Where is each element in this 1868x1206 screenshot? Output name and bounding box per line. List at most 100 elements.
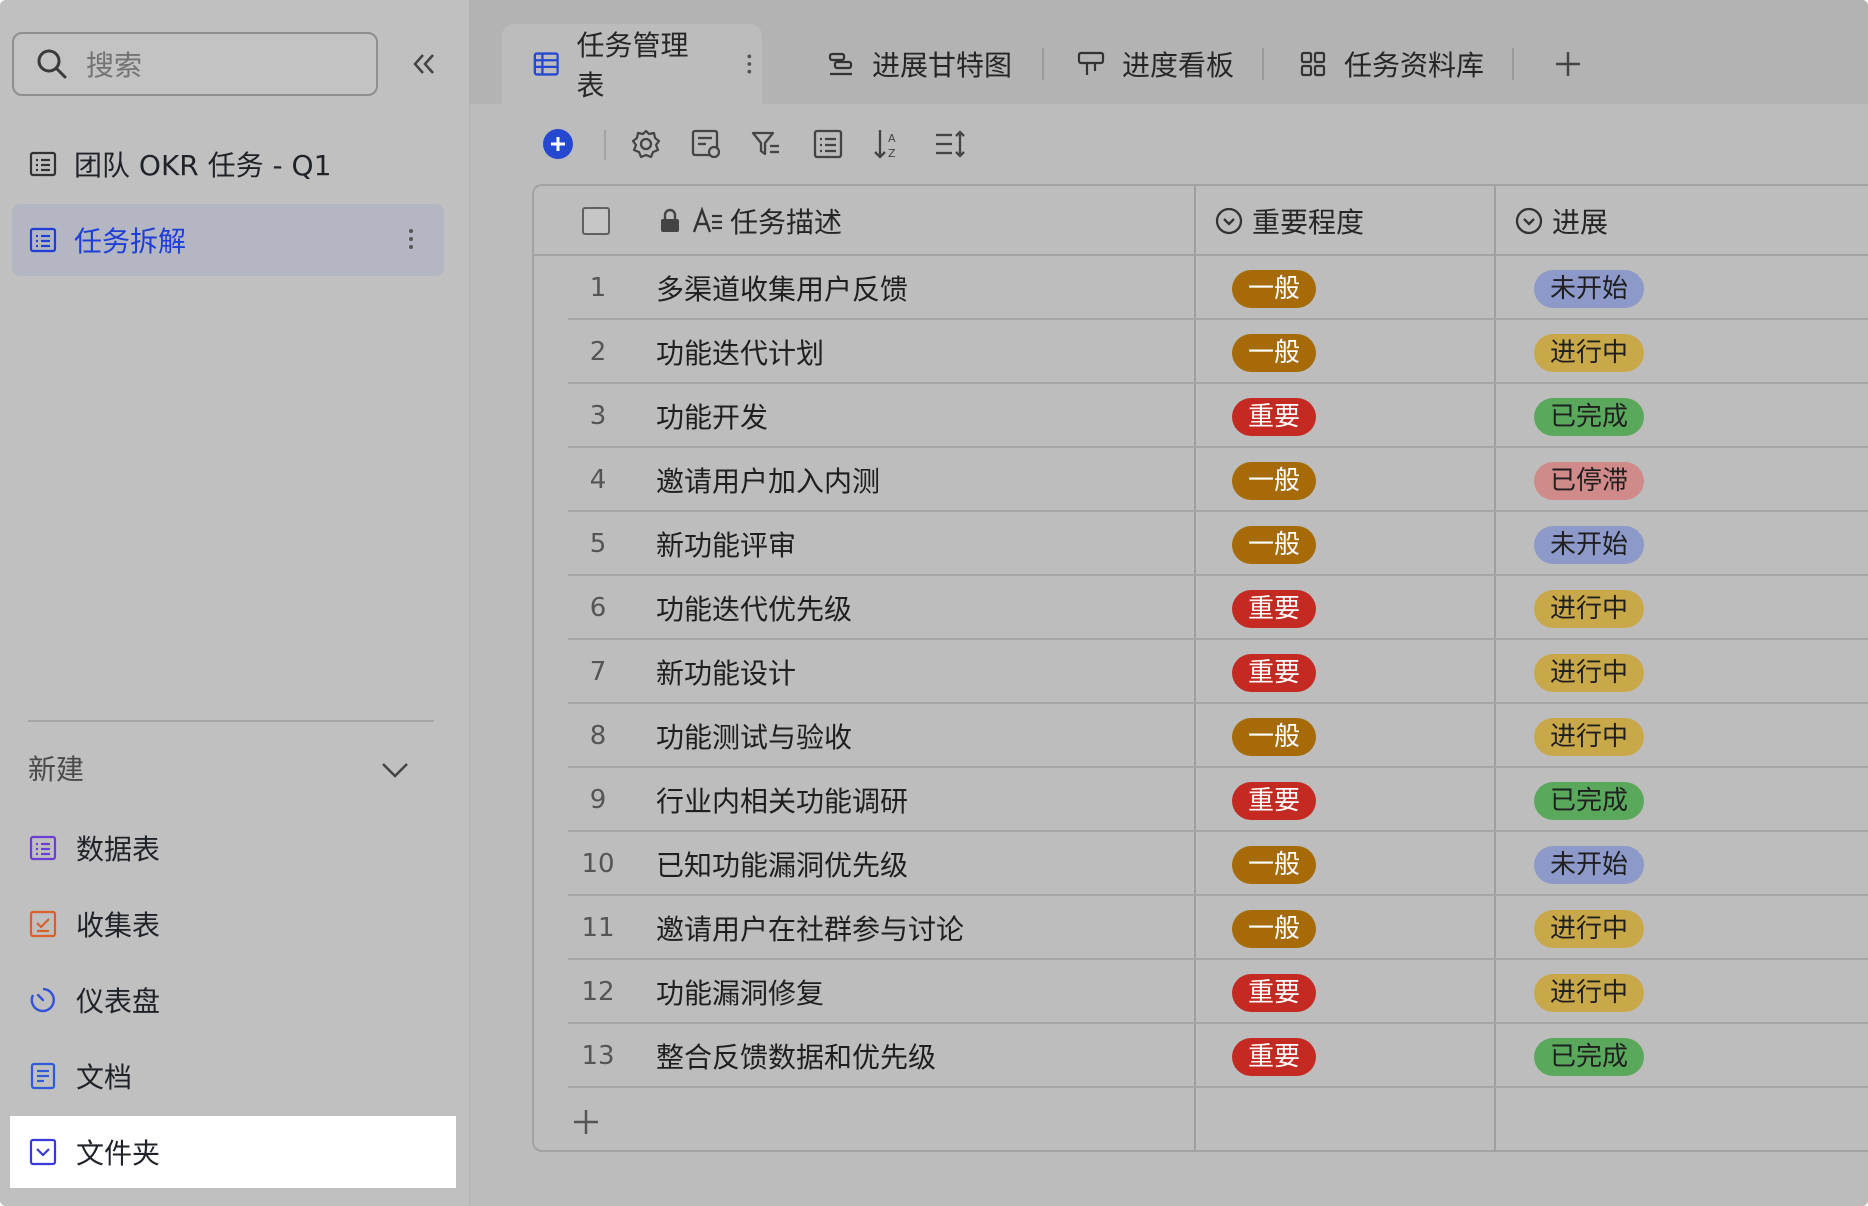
select-all-checkbox-cell[interactable] (582, 186, 610, 256)
row-number: 2 (589, 337, 607, 367)
filter-icon[interactable] (748, 126, 784, 162)
tab-task-table[interactable]: 任务管理表 (502, 24, 762, 104)
progress-tag[interactable]: 未开始 (1534, 846, 1645, 884)
task-description-cell[interactable]: 功能测试与验收 (656, 704, 852, 768)
progress-tag[interactable]: 进行中 (1534, 654, 1645, 692)
table-row[interactable]: 11 邀请用户在社群参与讨论 一般 进行中 (568, 896, 1868, 960)
chevron-down-icon[interactable] (378, 752, 412, 786)
importance-tag[interactable]: 重要 (1232, 1038, 1317, 1076)
task-description-cell[interactable]: 功能迭代计划 (656, 320, 824, 384)
importance-tag[interactable]: 一般 (1232, 334, 1317, 372)
importance-tag[interactable]: 重要 (1232, 782, 1317, 820)
sidebar-item-okr[interactable]: 团队 OKR 任务 - Q1 (12, 128, 444, 200)
search-placeholder: 搜索 (86, 49, 143, 82)
task-description-cell[interactable]: 功能漏洞修复 (656, 960, 824, 1024)
importance-tag[interactable]: 重要 (1232, 974, 1317, 1012)
progress-tag[interactable]: 未开始 (1534, 526, 1645, 564)
new-folder-item[interactable]: 文件夹 (10, 1116, 456, 1188)
progress-tag[interactable]: 已完成 (1534, 398, 1645, 436)
sort-icon[interactable]: AZ (870, 126, 906, 162)
table-row[interactable]: 6 功能迭代优先级 重要 进行中 (568, 576, 1868, 640)
table-row[interactable]: 8 功能测试与验收 一般 进行中 (568, 704, 1868, 768)
importance-tag[interactable]: 重要 (1232, 654, 1317, 692)
task-description-cell[interactable]: 功能迭代优先级 (656, 576, 852, 640)
importance-tag[interactable]: 一般 (1232, 462, 1317, 500)
table-icon (29, 227, 57, 253)
row-number: 4 (589, 465, 607, 495)
task-description-cell[interactable]: 功能开发 (656, 384, 768, 448)
progress-tag[interactable]: 进行中 (1534, 718, 1645, 756)
column-header-progress[interactable]: 进展 (1514, 186, 1608, 256)
column-header-importance[interactable]: 重要程度 (1214, 186, 1364, 256)
add-view-icon[interactable] (1550, 46, 1586, 82)
more-vertical-icon[interactable] (396, 224, 426, 254)
column-header-label: 任务描述 (730, 206, 843, 239)
new-dashboard-item[interactable]: 仪表盘 (10, 964, 456, 1036)
importance-tag[interactable]: 一般 (1232, 910, 1317, 948)
table-row[interactable]: 3 功能开发 重要 已完成 (568, 384, 1868, 448)
field-settings-icon[interactable] (688, 126, 724, 162)
progress-tag[interactable]: 进行中 (1534, 590, 1645, 628)
sidebar-item-label: 任务拆解 (74, 225, 187, 258)
new-item-label: 数据表 (76, 833, 161, 866)
row-height-icon[interactable] (932, 126, 968, 162)
new-datasheet-item[interactable]: 数据表 (10, 812, 456, 884)
importance-tag[interactable]: 一般 (1232, 526, 1317, 564)
new-form-item[interactable]: 收集表 (10, 888, 456, 960)
importance-tag[interactable]: 重要 (1232, 398, 1317, 436)
kanban-icon (1077, 51, 1105, 75)
importance-tag[interactable]: 一般 (1232, 846, 1317, 884)
new-doc-item[interactable]: 文档 (10, 1040, 456, 1112)
progress-tag[interactable]: 未开始 (1534, 270, 1645, 308)
tab-gallery[interactable]: 任务资料库 (1298, 24, 1484, 104)
sidebar-item-task-breakdown[interactable]: 任务拆解 (12, 204, 444, 276)
more-vertical-icon[interactable] (737, 49, 762, 79)
task-description-cell[interactable]: 多渠道收集用户反馈 (656, 256, 908, 320)
table-row[interactable]: 7 新功能设计 重要 进行中 (568, 640, 1868, 704)
table-toolbar: AZ (470, 118, 1868, 170)
tab-label: 进展甘特图 (872, 49, 1013, 82)
task-description-cell[interactable]: 邀请用户加入内测 (656, 448, 880, 512)
task-description-cell[interactable]: 邀请用户在社群参与讨论 (656, 896, 964, 960)
tab-label: 任务管理表 (576, 29, 689, 102)
progress-tag[interactable]: 已完成 (1534, 1038, 1645, 1076)
table-row[interactable]: 12 功能漏洞修复 重要 进行中 (568, 960, 1868, 1024)
progress-tag[interactable]: 进行中 (1534, 334, 1645, 372)
text-field-icon (692, 206, 722, 233)
task-description-cell[interactable]: 行业内相关功能调研 (656, 768, 908, 832)
row-number: 9 (589, 785, 607, 815)
importance-tag[interactable]: 一般 (1232, 718, 1317, 756)
table-row[interactable]: 2 功能迭代计划 一般 进行中 (568, 320, 1868, 384)
table-row[interactable]: 5 新功能评审 一般 未开始 (568, 512, 1868, 576)
lock-icon (661, 208, 679, 232)
progress-tag[interactable]: 进行中 (1534, 974, 1645, 1012)
column-header-label: 重要程度 (1252, 206, 1365, 239)
add-record-icon[interactable] (540, 126, 576, 162)
table-row[interactable]: 1 多渠道收集用户反馈 一般 未开始 (568, 256, 1868, 320)
tab-kanban[interactable]: 进度看板 (1076, 24, 1234, 104)
task-description-cell[interactable]: 新功能评审 (656, 512, 796, 576)
add-row-icon[interactable] (568, 1104, 604, 1140)
group-icon[interactable] (810, 126, 846, 162)
column-header-description[interactable]: 任务描述 (658, 186, 842, 256)
main-panel: 任务管理表 进展甘特图 进度看板 任务资料库 A Z 任务描述 重要程度 进展 … (470, 0, 1868, 1206)
table-row[interactable]: 10 已知功能漏洞优先级 一般 未开始 (568, 832, 1868, 896)
collapse-sidebar-button[interactable] (404, 44, 444, 84)
single-select-icon (1215, 207, 1243, 235)
task-description-cell[interactable]: 已知功能漏洞优先级 (656, 832, 908, 896)
importance-tag[interactable]: 重要 (1232, 590, 1317, 628)
tab-gantt[interactable]: 进展甘特图 (826, 24, 1012, 104)
search-box[interactable]: 搜索 (12, 32, 378, 96)
table-row[interactable]: 13 整合反馈数据和优先级 重要 已完成 (568, 1024, 1868, 1088)
task-description-cell[interactable]: 整合反馈数据和优先级 (656, 1024, 936, 1088)
table-row[interactable]: 4 邀请用户加入内测 一般 已停滞 (568, 448, 1868, 512)
doc-icon (30, 1062, 56, 1090)
importance-tag[interactable]: 一般 (1232, 270, 1317, 308)
select-all-checkbox[interactable] (582, 207, 610, 235)
progress-tag[interactable]: 已停滞 (1534, 462, 1645, 500)
task-description-cell[interactable]: 新功能设计 (656, 640, 796, 704)
table-row[interactable]: 9 行业内相关功能调研 重要 已完成 (568, 768, 1868, 832)
settings-icon[interactable] (628, 126, 664, 162)
progress-tag[interactable]: 进行中 (1534, 910, 1645, 948)
progress-tag[interactable]: 已完成 (1534, 782, 1645, 820)
